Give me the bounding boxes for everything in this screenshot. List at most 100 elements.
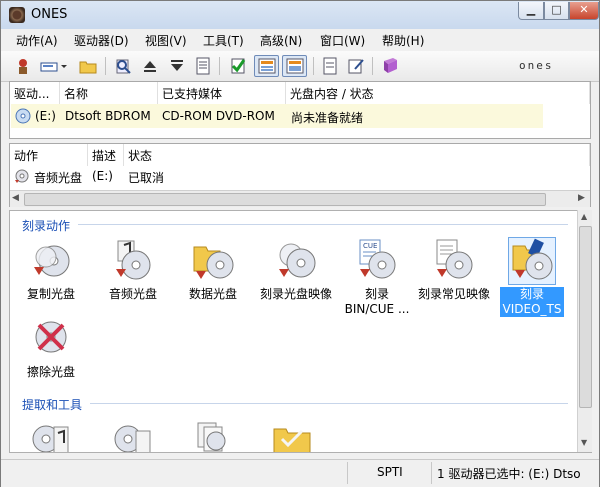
log-icon[interactable]: [319, 55, 341, 77]
data-disc-icon: [193, 246, 234, 279]
burn-image-label: 刻录光盘映像: [259, 287, 332, 301]
menu-tools[interactable]: 工具(T): [203, 32, 244, 49]
burn-common-image-action[interactable]: 刻录常见映像: [412, 237, 496, 302]
help-book-icon[interactable]: [379, 55, 401, 77]
app-window: ONES ▁ □ ✕ 动作(A) 驱动器(D) 视图(V) 工具(T) 高级(N…: [0, 0, 600, 487]
erase-disc-action[interactable]: 擦除光盘: [16, 315, 86, 380]
data-disc-label: 数据光盘: [188, 287, 237, 301]
minimize-button[interactable]: ▁: [518, 2, 544, 20]
verify-folder-icon: [273, 428, 311, 452]
job-action: 音频光盘: [34, 171, 83, 185]
section-burn-title: 刻录动作: [22, 219, 71, 233]
job-list: 动作 描述 状态 音频光盘 (E:) 已取消 ◀ ▶: [9, 143, 591, 207]
window-title: ONES: [31, 7, 68, 22]
audio-disc-action[interactable]: 音频光盘: [98, 237, 168, 302]
burn-video-ts-label: 刻录 VIDEO_TS: [500, 287, 564, 317]
status-divider: [431, 462, 432, 484]
data-disc-action[interactable]: 数据光盘: [178, 237, 248, 302]
copy-disc-icon: [34, 245, 70, 277]
menu-window[interactable]: 窗口(W): [320, 32, 365, 49]
folder-icon[interactable]: [77, 55, 99, 77]
extract-audio-action[interactable]: [16, 417, 86, 452]
cd-drive-icon: [15, 108, 31, 124]
verify-icon[interactable]: [227, 55, 249, 77]
status-divider: [347, 462, 348, 484]
brand-logo: ones: [519, 59, 554, 72]
job-row[interactable]: 音频光盘 (E:) 已取消: [10, 166, 590, 186]
audio-disc-icon: [15, 169, 29, 183]
erase-disc-icon: [35, 321, 67, 353]
actions-vscroll-thumb[interactable]: [579, 226, 592, 408]
section-extract-title: 提取和工具: [22, 398, 83, 412]
actions-panel: 刻录动作 复制光盘 音频光盘 数据光盘 刻录光盘映像 CUE 刻录 BIN/CU…: [9, 210, 592, 453]
view-large-icons-icon[interactable]: [254, 55, 279, 77]
audio-disc-label: 音频光盘: [108, 287, 157, 301]
burn-image-action[interactable]: 刻录光盘映像: [256, 237, 336, 302]
drive-list: 驱动... 名称 已支持媒体 光盘内容 / 状态 (E:) Dtsoft BDR…: [9, 81, 591, 139]
status-interface: SPTI: [377, 465, 403, 479]
job-hscrollbar[interactable]: ◀ ▶: [10, 190, 590, 207]
burn-video-ts-action[interactable]: 刻录 VIDEO_TS: [500, 237, 564, 317]
drive-status: 尚未准备就绪: [291, 111, 364, 125]
job-hscroll-thumb[interactable]: [24, 193, 546, 206]
eject-icon[interactable]: [139, 55, 161, 77]
drive-media: CD-ROM DVD-ROM: [162, 109, 275, 123]
column-status[interactable]: 光盘内容 / 状态: [286, 82, 590, 104]
column-media[interactable]: 已支持媒体: [158, 82, 286, 104]
disc-info-icon[interactable]: [192, 55, 214, 77]
search-drive-icon[interactable]: [112, 55, 134, 77]
title-bar[interactable]: ONES ▁ □ ✕: [1, 1, 599, 29]
copy-disc-label: 复制光盘: [26, 287, 75, 301]
scroll-left-icon[interactable]: ◀: [12, 193, 19, 203]
wizard-icon[interactable]: [12, 55, 34, 77]
column-action[interactable]: 动作: [10, 144, 88, 166]
erase-disc-label: 擦除光盘: [26, 365, 75, 379]
svg-text:CUE: CUE: [363, 242, 377, 250]
section-divider: [90, 403, 568, 404]
menu-help[interactable]: 帮助(H): [382, 32, 424, 49]
burn-common-image-label: 刻录常见映像: [417, 287, 490, 301]
job-description: (E:): [92, 169, 113, 183]
menu-action[interactable]: 动作(A): [16, 32, 58, 49]
column-job-status[interactable]: 状态: [124, 144, 590, 166]
common-image-icon: [436, 239, 473, 279]
app-logo-icon: [9, 7, 25, 23]
maximize-button[interactable]: □: [544, 2, 569, 20]
video-ts-icon: [512, 238, 553, 280]
drive-letter: (E:): [35, 109, 56, 123]
copy-disc-action[interactable]: 复制光盘: [16, 237, 86, 302]
burn-bincue-action[interactable]: CUE 刻录 BIN/CUE ...: [340, 237, 414, 317]
menu-bar: 动作(A) 驱动器(D) 视图(V) 工具(T) 高级(N) 窗口(W) 帮助(…: [1, 29, 599, 51]
job-status: 已取消: [128, 171, 165, 185]
status-selection: 1 驱动器已选中: (E:) Dtso: [437, 467, 581, 481]
menu-drive[interactable]: 驱动器(D): [74, 32, 129, 49]
edit-icon[interactable]: [345, 55, 367, 77]
scroll-down-icon[interactable]: ▼: [581, 438, 587, 447]
extract-image-action[interactable]: [98, 417, 168, 452]
verify-folder-action[interactable]: [258, 417, 328, 452]
drive-row[interactable]: (E:) Dtsoft BDROM CD-ROM DVD-ROM 尚未准备就绪: [11, 104, 543, 128]
scroll-up-icon[interactable]: ▲: [581, 212, 587, 221]
view-details-icon[interactable]: [282, 55, 307, 77]
toolbar: ones: [1, 51, 599, 82]
drive-select-icon[interactable]: [38, 55, 70, 77]
scroll-right-icon[interactable]: ▶: [578, 193, 585, 203]
close-tray-icon[interactable]: [166, 55, 188, 77]
copy-files-icon: [197, 422, 226, 452]
extract-audio-icon: [32, 425, 69, 452]
actions-vscrollbar[interactable]: ▲ ▼: [577, 210, 592, 452]
column-drive[interactable]: 驱动...: [10, 82, 60, 104]
audio-disc-icon: [116, 240, 151, 280]
burn-image-icon: [279, 243, 316, 278]
menu-advanced[interactable]: 高级(N): [260, 32, 302, 49]
close-button[interactable]: ✕: [569, 2, 599, 20]
extract-image-icon: [114, 425, 151, 452]
column-description[interactable]: 描述: [88, 144, 124, 166]
status-bar: SPTI 1 驱动器已选中: (E:) Dtso: [1, 459, 599, 487]
column-name[interactable]: 名称: [60, 82, 158, 104]
menu-view[interactable]: 视图(V): [145, 32, 187, 49]
burn-bincue-label: 刻录 BIN/CUE ...: [344, 287, 410, 316]
copy-files-action[interactable]: [178, 417, 248, 452]
bincue-icon: CUE: [359, 239, 396, 279]
drive-name: Dtsoft BDROM: [65, 109, 151, 123]
